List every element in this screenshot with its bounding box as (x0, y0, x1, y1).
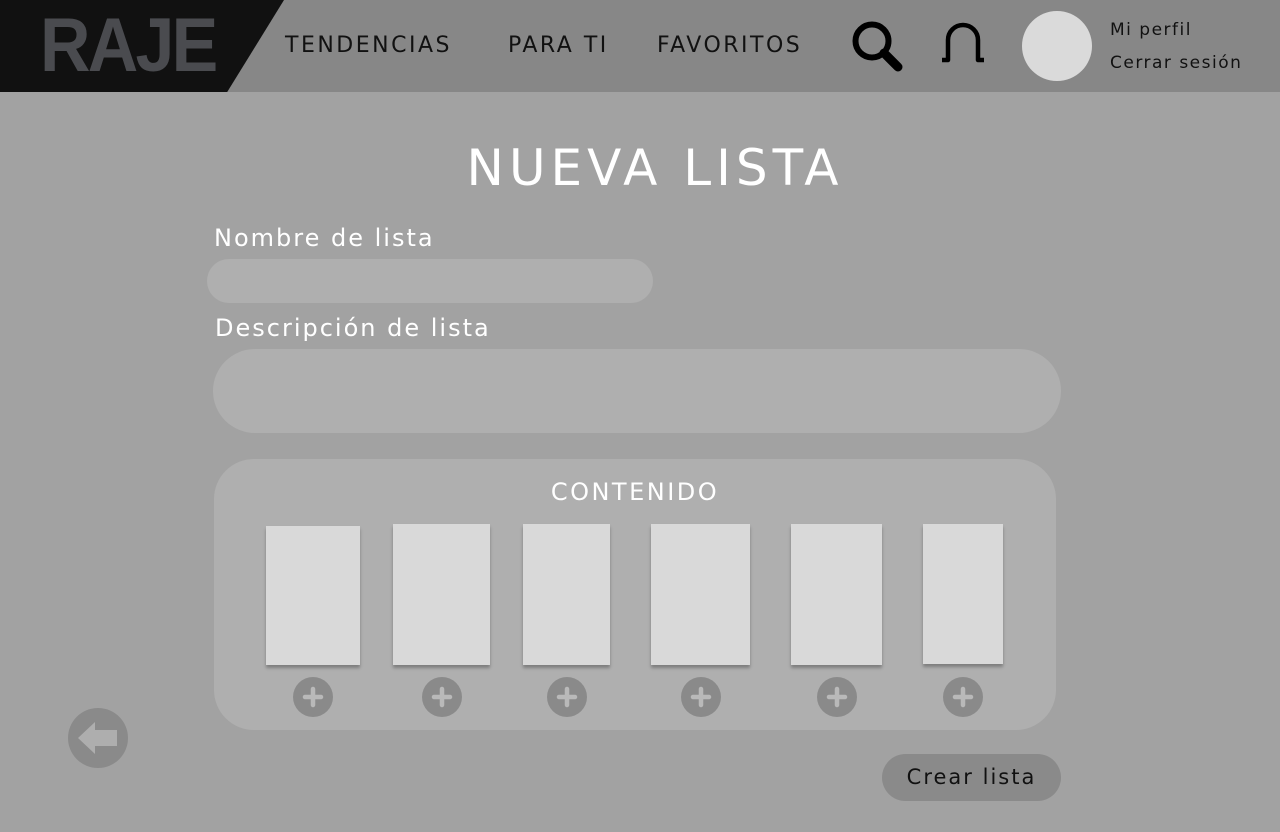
page-title: NUEVA LISTA (466, 139, 844, 197)
add-content-button[interactable] (422, 677, 462, 717)
list-description-label: Descripción de lista (215, 314, 491, 342)
content-slot[interactable] (266, 526, 360, 665)
add-content-button[interactable] (547, 677, 587, 717)
list-name-input[interactable] (207, 259, 653, 303)
plus-icon (952, 686, 974, 708)
content-slot[interactable] (651, 524, 750, 665)
plus-icon (302, 686, 324, 708)
raje-logo[interactable]: RAJE (40, 8, 218, 84)
back-button[interactable] (67, 707, 129, 769)
plus-icon (556, 686, 578, 708)
add-content-button[interactable] (817, 677, 857, 717)
list-name-label: Nombre de lista (214, 224, 435, 252)
arrow-left-icon (68, 708, 128, 768)
create-list-button[interactable]: Crear lista (882, 754, 1061, 801)
search-icon[interactable] (848, 18, 906, 74)
top-nav-bar: RAJE TENDENCIAS PARA TI FAVORITOS Mi per… (0, 0, 1280, 92)
plus-icon (431, 686, 453, 708)
add-content-button[interactable] (943, 677, 983, 717)
content-slot[interactable] (923, 524, 1003, 664)
content-title: CONTENIDO (550, 478, 720, 506)
logout-link[interactable]: Cerrar sesión (1110, 52, 1242, 74)
content-slot[interactable] (523, 524, 610, 665)
nav-link-tendencias[interactable]: TENDENCIAS (285, 32, 452, 60)
content-slot[interactable] (791, 524, 882, 665)
content-slot[interactable] (393, 524, 490, 665)
nav-link-favoritos[interactable]: FAVORITOS (657, 32, 802, 60)
add-content-button[interactable] (681, 677, 721, 717)
avatar[interactable] (1022, 11, 1092, 81)
nav-link-para-ti[interactable]: PARA TI (508, 32, 609, 60)
plus-icon (690, 686, 712, 708)
bell-icon[interactable] (934, 20, 992, 66)
my-profile-link[interactable]: Mi perfil (1110, 19, 1192, 41)
plus-icon (826, 686, 848, 708)
list-description-input[interactable] (213, 349, 1061, 433)
add-content-button[interactable] (293, 677, 333, 717)
